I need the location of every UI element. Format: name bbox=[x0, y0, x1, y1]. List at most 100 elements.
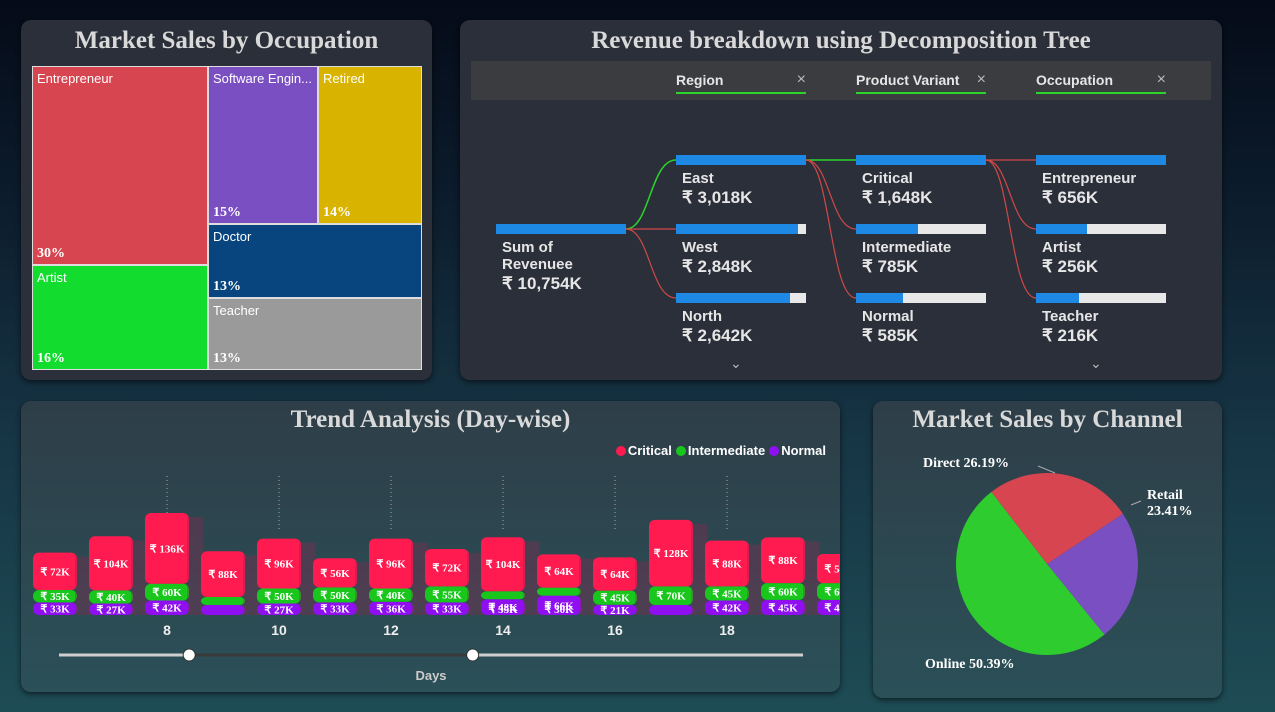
data-label: ₹ 104K bbox=[486, 559, 521, 571]
data-label: ₹ 136K bbox=[150, 543, 185, 555]
tree-node-west[interactable]: West ₹ 2,848K bbox=[676, 224, 806, 277]
ribbon-connector bbox=[635, 561, 651, 615]
node-value: ₹ 785K bbox=[862, 257, 919, 276]
data-label: ₹ 72K bbox=[40, 566, 70, 578]
treemap-tile-artist[interactable]: Artist 16% bbox=[32, 265, 208, 370]
chevron-down-icon[interactable]: ⌄ bbox=[1090, 355, 1102, 372]
node-label: North bbox=[682, 308, 722, 325]
connector-normal bbox=[805, 159, 857, 299]
pie-label: Retail bbox=[1147, 488, 1183, 503]
treemap-tile-retired[interactable]: Retired 14% bbox=[318, 66, 422, 224]
trend-chart: 8 10 12 14 16 18₹ 72K₹ 35K₹ 33K₹ 104K₹ 40K₹ 2… bbox=[33, 476, 840, 683]
data-label: ₹ 40K bbox=[376, 590, 406, 602]
ribbon-connector bbox=[523, 541, 539, 615]
decomposition-tree-card: Revenue breakdown using Decomposition Tr… bbox=[460, 20, 1222, 380]
pie-label: 23.41% bbox=[1147, 504, 1193, 519]
tile-label: Retired bbox=[323, 71, 365, 86]
data-label: ₹ 55K bbox=[432, 589, 462, 601]
ribbon-connector bbox=[803, 541, 819, 615]
tree-node-critical[interactable]: Critical ₹ 1,648K bbox=[856, 155, 986, 208]
ribbon-connector bbox=[411, 542, 427, 615]
chevron-down-icon[interactable]: ⌄ bbox=[730, 355, 742, 372]
data-label: ₹ 56K bbox=[824, 564, 840, 576]
data-label: ₹ 60K bbox=[152, 587, 182, 599]
x-tick-label: 14 bbox=[495, 622, 511, 638]
slider-end-handle[interactable] bbox=[466, 648, 480, 662]
tree-node-entrepreneur[interactable]: Entrepreneur ₹ 656K bbox=[1036, 155, 1166, 208]
tile-label: Entrepreneur bbox=[37, 71, 113, 86]
treemap-tile-doctor[interactable]: Doctor 13% bbox=[208, 224, 422, 298]
trend-analysis-card: Trend Analysis (Day-wise) Critical Interm… bbox=[21, 401, 840, 692]
tile-label: Artist bbox=[37, 270, 67, 285]
x-tick-label: 18 bbox=[719, 622, 735, 638]
tree-node-east[interactable]: East ₹ 3,018K bbox=[676, 155, 806, 208]
leader-line bbox=[1037, 465, 1056, 474]
channel-pie-card: Market Sales by Channel Direct 26.19% Ret… bbox=[873, 401, 1222, 698]
node-value: ₹ 2,642K bbox=[682, 326, 753, 345]
tree-node-normal[interactable]: Normal ₹ 585K bbox=[856, 293, 986, 346]
x-tick-label: 12 bbox=[383, 622, 399, 638]
node-label: Artist bbox=[1042, 239, 1082, 256]
data-label: ₹ 72K bbox=[432, 563, 462, 575]
data-label: ₹ 96K bbox=[376, 559, 406, 571]
treemap-tile-teacher[interactable]: Teacher 13% bbox=[208, 298, 422, 370]
tree-node-intermediate[interactable]: Intermediate ₹ 785K bbox=[856, 224, 986, 277]
node-label: Teacher bbox=[1042, 308, 1099, 325]
data-label: ₹ 88K bbox=[712, 559, 742, 571]
node-label: East bbox=[682, 170, 714, 187]
data-label: ₹ 50K bbox=[320, 590, 350, 602]
data-label: ₹ 33K bbox=[320, 604, 350, 616]
tile-percent: 13% bbox=[213, 279, 241, 294]
x-tick-label: 8 bbox=[163, 622, 171, 638]
treemap-tile-software-engin[interactable]: Software Engin... 15% bbox=[208, 66, 318, 224]
tile-percent: 13% bbox=[213, 351, 241, 366]
ribbon-segment-intermediate[interactable] bbox=[481, 591, 525, 600]
slider-start-handle[interactable] bbox=[182, 648, 196, 662]
tree-node-north[interactable]: North ₹ 2,642K bbox=[676, 293, 806, 346]
data-label: ₹ 64K bbox=[600, 569, 630, 581]
data-label: ₹ 88K bbox=[208, 569, 238, 581]
node-value: ₹ 2,848K bbox=[682, 257, 753, 276]
node-label: West bbox=[682, 239, 718, 256]
tile-percent: 15% bbox=[213, 205, 241, 220]
node-value: ₹ 216K bbox=[1042, 326, 1099, 345]
tile-percent: 16% bbox=[37, 351, 65, 366]
connector-artist bbox=[985, 159, 1037, 230]
occupation-title: Market Sales by Occupation bbox=[74, 27, 379, 54]
data-label: ₹ 70K bbox=[656, 591, 686, 603]
data-label: ₹ 35K bbox=[40, 591, 70, 603]
node-value: ₹ 10,754K bbox=[502, 274, 582, 293]
ribbon-segment-normal[interactable] bbox=[649, 605, 693, 615]
ribbon-segment-intermediate[interactable] bbox=[201, 597, 245, 605]
ribbon-connector bbox=[691, 523, 707, 615]
data-label: ₹ 35K bbox=[488, 604, 518, 616]
node-label: Intermediate bbox=[862, 239, 952, 256]
treemap-tile-entrepreneur[interactable]: Entrepreneur 30% bbox=[32, 66, 208, 265]
node-label: Sum of Revenuee bbox=[502, 239, 573, 273]
connector-intermediate bbox=[805, 159, 857, 230]
data-label: ₹ 56K bbox=[320, 568, 350, 580]
tree-node-root[interactable]: Sum of Revenuee ₹ 10,754K bbox=[496, 224, 626, 294]
tree-node-teacher[interactable]: Teacher ₹ 216K bbox=[1036, 293, 1166, 346]
data-label: ₹ 33K bbox=[40, 604, 70, 616]
node-bar bbox=[496, 224, 626, 234]
node-bar bbox=[1036, 155, 1166, 165]
node-value: ₹ 256K bbox=[1042, 257, 1099, 276]
connector-north bbox=[625, 228, 677, 299]
ribbon-connector bbox=[579, 558, 595, 615]
node-bar bbox=[856, 224, 986, 234]
node-bar bbox=[676, 293, 806, 303]
node-bar bbox=[856, 155, 986, 165]
node-bar bbox=[1036, 224, 1166, 234]
tree-node-artist[interactable]: Artist ₹ 256K bbox=[1036, 224, 1166, 277]
node-value: ₹ 3,018K bbox=[682, 188, 753, 207]
data-label: ₹ 45K bbox=[600, 593, 630, 605]
pie-label: Online 50.39% bbox=[925, 657, 1014, 672]
pie-chart: Direct 26.19% Retail23.41% Online 50.39% bbox=[923, 456, 1193, 672]
ribbon-segment-normal[interactable] bbox=[201, 605, 245, 615]
node-bar bbox=[856, 293, 986, 303]
tile-label: Doctor bbox=[213, 229, 252, 244]
ribbon-segment-intermediate[interactable] bbox=[537, 587, 581, 596]
data-label: ₹ 128K bbox=[654, 548, 689, 560]
ribbon-connector bbox=[355, 562, 371, 615]
